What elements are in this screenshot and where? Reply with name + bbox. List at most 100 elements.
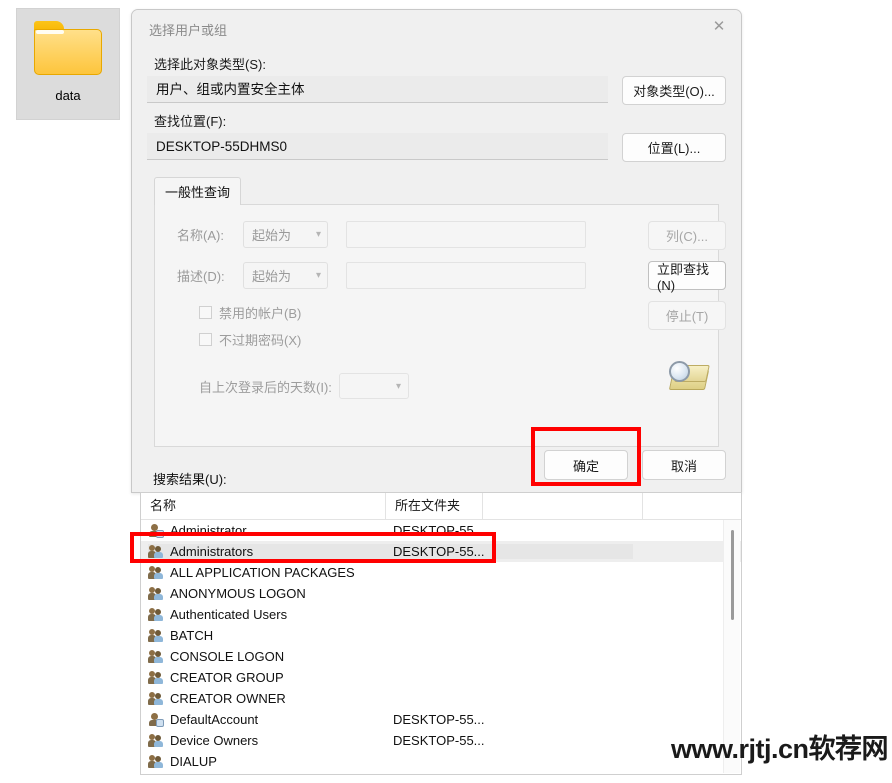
table-row[interactable]: Authenticated Users: [141, 604, 741, 625]
group-icon: [148, 670, 164, 685]
list-rows: Administrator DESKTOP-55... Administrators…: [141, 520, 741, 772]
row-folder-cell: DESKTOP-55...: [393, 712, 485, 727]
row-name-label: ANONYMOUS LOGON: [170, 586, 306, 601]
side-button-column: 列(C)... 立即查找(N) 停止(T): [648, 221, 726, 393]
close-icon[interactable]: ✕: [697, 10, 741, 42]
row-name-label: ALL APPLICATION PACKAGES: [170, 565, 355, 580]
name-input[interactable]: [346, 221, 586, 248]
object-type-value: 用户、组或内置安全主体: [147, 76, 608, 103]
user-icon: [148, 712, 164, 727]
location-value: DESKTOP-55DHMS0: [147, 133, 608, 160]
group-icon: [148, 586, 164, 601]
row-folder-cell: DESKTOP-55...: [393, 544, 633, 559]
chevron-down-icon: ▾: [395, 380, 401, 392]
name-query-row: 名称(A): 起始为 ▾: [177, 221, 718, 248]
dialog-titlebar: 选择用户或组 ✕: [132, 10, 741, 48]
magnifier-icon: [665, 359, 710, 393]
group-icon: [148, 754, 164, 769]
search-results-list[interactable]: 名称 所在文件夹 Administrator DESKTOP-55... Admin…: [140, 492, 742, 775]
row-name-label: DefaultAccount: [170, 712, 259, 727]
column-header-name[interactable]: 名称: [141, 493, 386, 519]
row-name-cell: Administrator: [148, 523, 393, 538]
disabled-accounts-label: 禁用的帐户(B): [219, 306, 302, 321]
row-name-label: Device Owners: [170, 733, 259, 748]
table-row[interactable]: Administrator DESKTOP-55...: [141, 520, 741, 541]
days-since-login-row: 自上次登录后的天数(I): ▾: [199, 373, 718, 399]
folder-icon: [34, 21, 102, 75]
dialog-footer-buttons: 确定 取消: [544, 450, 726, 480]
group-icon: [148, 544, 164, 559]
column-header-folder[interactable]: 所在文件夹: [386, 493, 483, 519]
group-icon: [148, 649, 164, 664]
table-row[interactable]: ALL APPLICATION PACKAGES: [141, 562, 741, 583]
stop-button[interactable]: 停止(T): [648, 301, 726, 330]
row-name-label: Authenticated Users: [170, 607, 288, 622]
description-query-row: 描述(D): 起始为 ▾: [177, 262, 718, 289]
object-type-label: 选择此对象类型(S):: [154, 57, 266, 72]
disabled-accounts-checkbox[interactable]: 禁用的帐户(B): [199, 303, 718, 322]
common-query-panel: 名称(A): 起始为 ▾ 描述(D): 起始为 ▾ 禁用的帐户(B) 不过期密码…: [154, 204, 719, 447]
table-row[interactable]: CREATOR OWNER: [141, 688, 741, 709]
table-row[interactable]: CONSOLE LOGON: [141, 646, 741, 667]
row-name-cell: Authenticated Users: [148, 607, 393, 622]
row-name-label: Administrator: [170, 523, 247, 538]
tab-common-query[interactable]: 一般性查询: [154, 177, 242, 205]
row-name-label: CONSOLE LOGON: [170, 649, 285, 664]
dialog-title: 选择用户或组: [149, 22, 228, 38]
row-name-label: CREATOR OWNER: [170, 691, 286, 706]
chevron-down-icon: ▾: [315, 229, 321, 240]
row-name-label: DIALUP: [170, 754, 217, 769]
name-condition-value: 起始为: [252, 228, 292, 243]
cancel-button[interactable]: 取消: [642, 450, 726, 480]
row-name-cell: BATCH: [148, 628, 393, 643]
row-name-cell: DIALUP: [148, 754, 393, 769]
checkbox-box: [199, 306, 212, 319]
table-row[interactable]: CREATOR GROUP: [141, 667, 741, 688]
tabstrip: 一般性查询: [154, 177, 726, 205]
table-row[interactable]: ANONYMOUS LOGON: [141, 583, 741, 604]
description-label: 描述(D):: [177, 269, 225, 284]
watermark: www.rjtj.cn软荐网: [670, 734, 889, 764]
group-icon: [148, 691, 164, 706]
description-input[interactable]: [346, 262, 586, 289]
desktop-icon-label: data: [55, 88, 81, 103]
row-name-cell: DefaultAccount: [148, 712, 393, 727]
non-expiring-password-checkbox[interactable]: 不过期密码(X): [199, 330, 718, 349]
name-condition-select[interactable]: 起始为 ▾: [243, 221, 328, 248]
table-row[interactable]: DefaultAccount DESKTOP-55...: [141, 709, 741, 730]
row-name-cell: CREATOR GROUP: [148, 670, 393, 685]
location-button[interactable]: 位置(L)...: [622, 133, 726, 162]
user-icon: [148, 523, 164, 538]
row-name-cell: ALL APPLICATION PACKAGES: [148, 565, 393, 580]
desktop-icon-data[interactable]: data: [16, 8, 120, 120]
description-condition-value: 起始为: [252, 269, 292, 284]
table-row[interactable]: Device Owners DESKTOP-55...: [141, 730, 741, 751]
location-label: 查找位置(F):: [154, 114, 227, 129]
columns-button[interactable]: 列(C)...: [648, 221, 726, 250]
table-row[interactable]: Administrators DESKTOP-55...: [141, 541, 741, 562]
list-header: 名称 所在文件夹: [141, 493, 741, 520]
find-now-button[interactable]: 立即查找(N): [648, 261, 726, 293]
row-folder-cell: DESKTOP-55...: [393, 523, 485, 538]
row-name-cell: Device Owners: [148, 733, 393, 748]
description-condition-select[interactable]: 起始为 ▾: [243, 262, 328, 289]
row-name-label: Administrators: [170, 544, 254, 559]
column-header-extra[interactable]: [483, 493, 643, 519]
object-type-button[interactable]: 对象类型(O)...: [622, 76, 726, 105]
search-results-label: 搜索结果(U):: [153, 472, 227, 487]
days-since-login-select[interactable]: ▾: [339, 373, 409, 399]
row-name-cell: CREATOR OWNER: [148, 691, 393, 706]
list-scrollbar-thumb[interactable]: [731, 530, 734, 620]
select-user-or-group-dialog: 选择用户或组 ✕ 选择此对象类型(S): 用户、组或内置安全主体 对象类型(O)…: [131, 9, 742, 493]
row-name-cell: ANONYMOUS LOGON: [148, 586, 393, 601]
ok-button[interactable]: 确定: [544, 450, 628, 480]
row-name-label: CREATOR GROUP: [170, 670, 284, 685]
table-row[interactable]: DIALUP: [141, 751, 741, 772]
non-expiring-password-label: 不过期密码(X): [219, 333, 302, 348]
chevron-down-icon: ▾: [315, 270, 321, 281]
name-label: 名称(A):: [177, 228, 224, 243]
table-row[interactable]: BATCH: [141, 625, 741, 646]
object-type-row: 用户、组或内置安全主体 对象类型(O)...: [147, 76, 726, 105]
checkbox-box: [199, 333, 212, 346]
row-name-cell: CONSOLE LOGON: [148, 649, 393, 664]
